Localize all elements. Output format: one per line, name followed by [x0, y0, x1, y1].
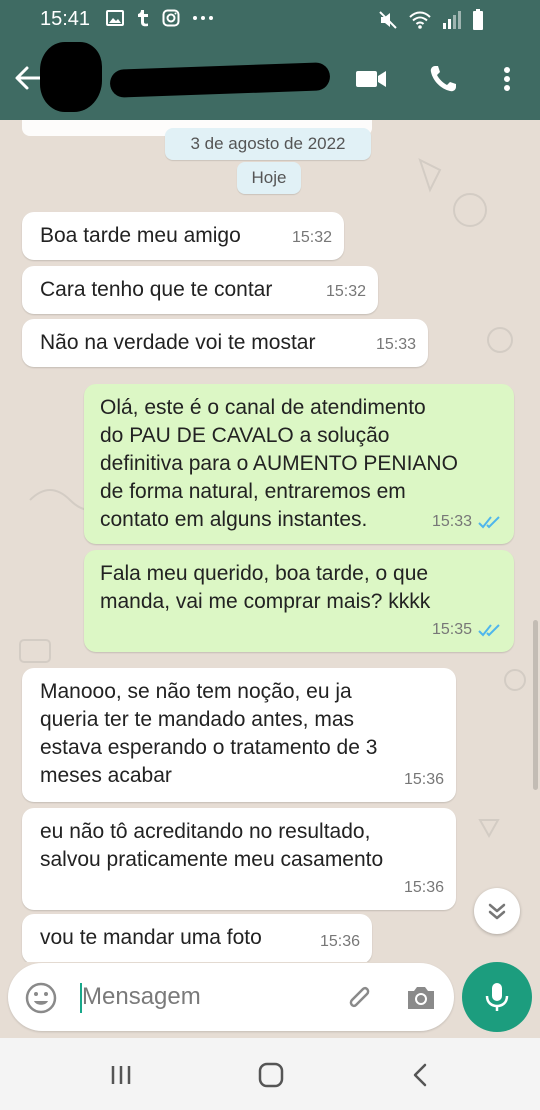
message-incoming[interactable]: vou te mandar uma foto 15:36 [22, 914, 372, 962]
voice-call-icon[interactable] [426, 62, 460, 96]
message-incoming[interactable]: eu não tô acreditando no resultado, salv… [22, 808, 456, 910]
tumblr-icon [138, 10, 148, 27]
voice-record-button[interactable] [462, 962, 532, 1032]
message-time: 15:35 [431, 621, 472, 638]
camera-icon[interactable] [404, 981, 438, 1015]
date-separator: 3 de agosto de 2022 [165, 128, 371, 160]
message-time: 15:32 [291, 229, 332, 246]
message-text: Boa tarde meu amigo [40, 224, 241, 247]
double-check-read-icon [478, 624, 500, 637]
notification-icons [106, 9, 214, 27]
message-composer [8, 963, 454, 1031]
message-text: Fala meu querido, boa tarde, o que manda… [100, 562, 431, 613]
scrollbar[interactable] [533, 620, 538, 790]
system-navigation-bar [0, 1038, 540, 1110]
emoji-icon[interactable] [24, 981, 58, 1015]
double-check-read-icon [478, 516, 500, 529]
video-call-icon[interactable] [354, 62, 388, 96]
menu-icon[interactable] [490, 62, 524, 96]
message-text: eu não tô acreditando no resultado, salv… [40, 820, 384, 871]
message-text: Olá, este é o canal de atendimento do PA… [100, 396, 458, 531]
message-time: 15:36 [403, 879, 444, 896]
message-time: 15:33 [431, 513, 472, 530]
message-incoming[interactable]: Manooo, se não tem noção, eu ja queria t… [22, 668, 456, 802]
microphone-icon [485, 983, 509, 1011]
message-incoming[interactable]: Não na verdade voi te mostar 15:33 [22, 319, 428, 367]
double-chevron-down-icon [488, 903, 506, 920]
message-time: 15:36 [319, 933, 360, 950]
message-time: 15:32 [325, 283, 366, 300]
battery-icon [473, 9, 483, 30]
scroll-to-bottom-button[interactable] [474, 888, 520, 934]
contact-avatar[interactable] [40, 42, 102, 112]
message-incoming[interactable]: Cara tenho que te contar 15:32 [22, 266, 378, 314]
wifi-icon [409, 11, 431, 29]
mute-icon [379, 11, 397, 29]
message-input[interactable] [82, 975, 332, 1019]
message-incoming[interactable]: Boa tarde meu amigo 15:32 [22, 212, 344, 260]
message-text: Manooo, se não tem noção, eu ja queria t… [40, 680, 378, 787]
status-bar: 15:41 [0, 0, 540, 38]
message-time: 15:36 [403, 771, 444, 788]
system-icons [378, 9, 484, 31]
attach-icon[interactable] [342, 981, 376, 1015]
message-outgoing[interactable]: Fala meu querido, boa tarde, o que manda… [84, 550, 514, 652]
message-time: 15:33 [375, 336, 416, 353]
message-text: Não na verdade voi te mostar [40, 331, 316, 354]
day-separator: Hoje [237, 162, 301, 194]
instagram-icon [162, 9, 180, 27]
message-text: Cara tenho que te contar [40, 278, 273, 301]
home-icon[interactable] [256, 1060, 286, 1090]
chat-area[interactable]: 3 de agosto de 2022 Hoje Boa tarde meu a… [0, 120, 540, 962]
gallery-icon [106, 10, 124, 26]
message-outgoing[interactable]: Olá, este é o canal de atendimento do PA… [84, 384, 514, 544]
contact-name[interactable] [109, 62, 331, 98]
chat-header [0, 38, 540, 120]
back-icon[interactable] [406, 1060, 436, 1090]
more-dots-icon [193, 16, 213, 20]
message-text: vou te mandar uma foto [40, 926, 262, 949]
recent-apps-icon[interactable] [106, 1060, 136, 1090]
status-time: 15:41 [40, 8, 91, 30]
signal-icon [443, 11, 461, 29]
